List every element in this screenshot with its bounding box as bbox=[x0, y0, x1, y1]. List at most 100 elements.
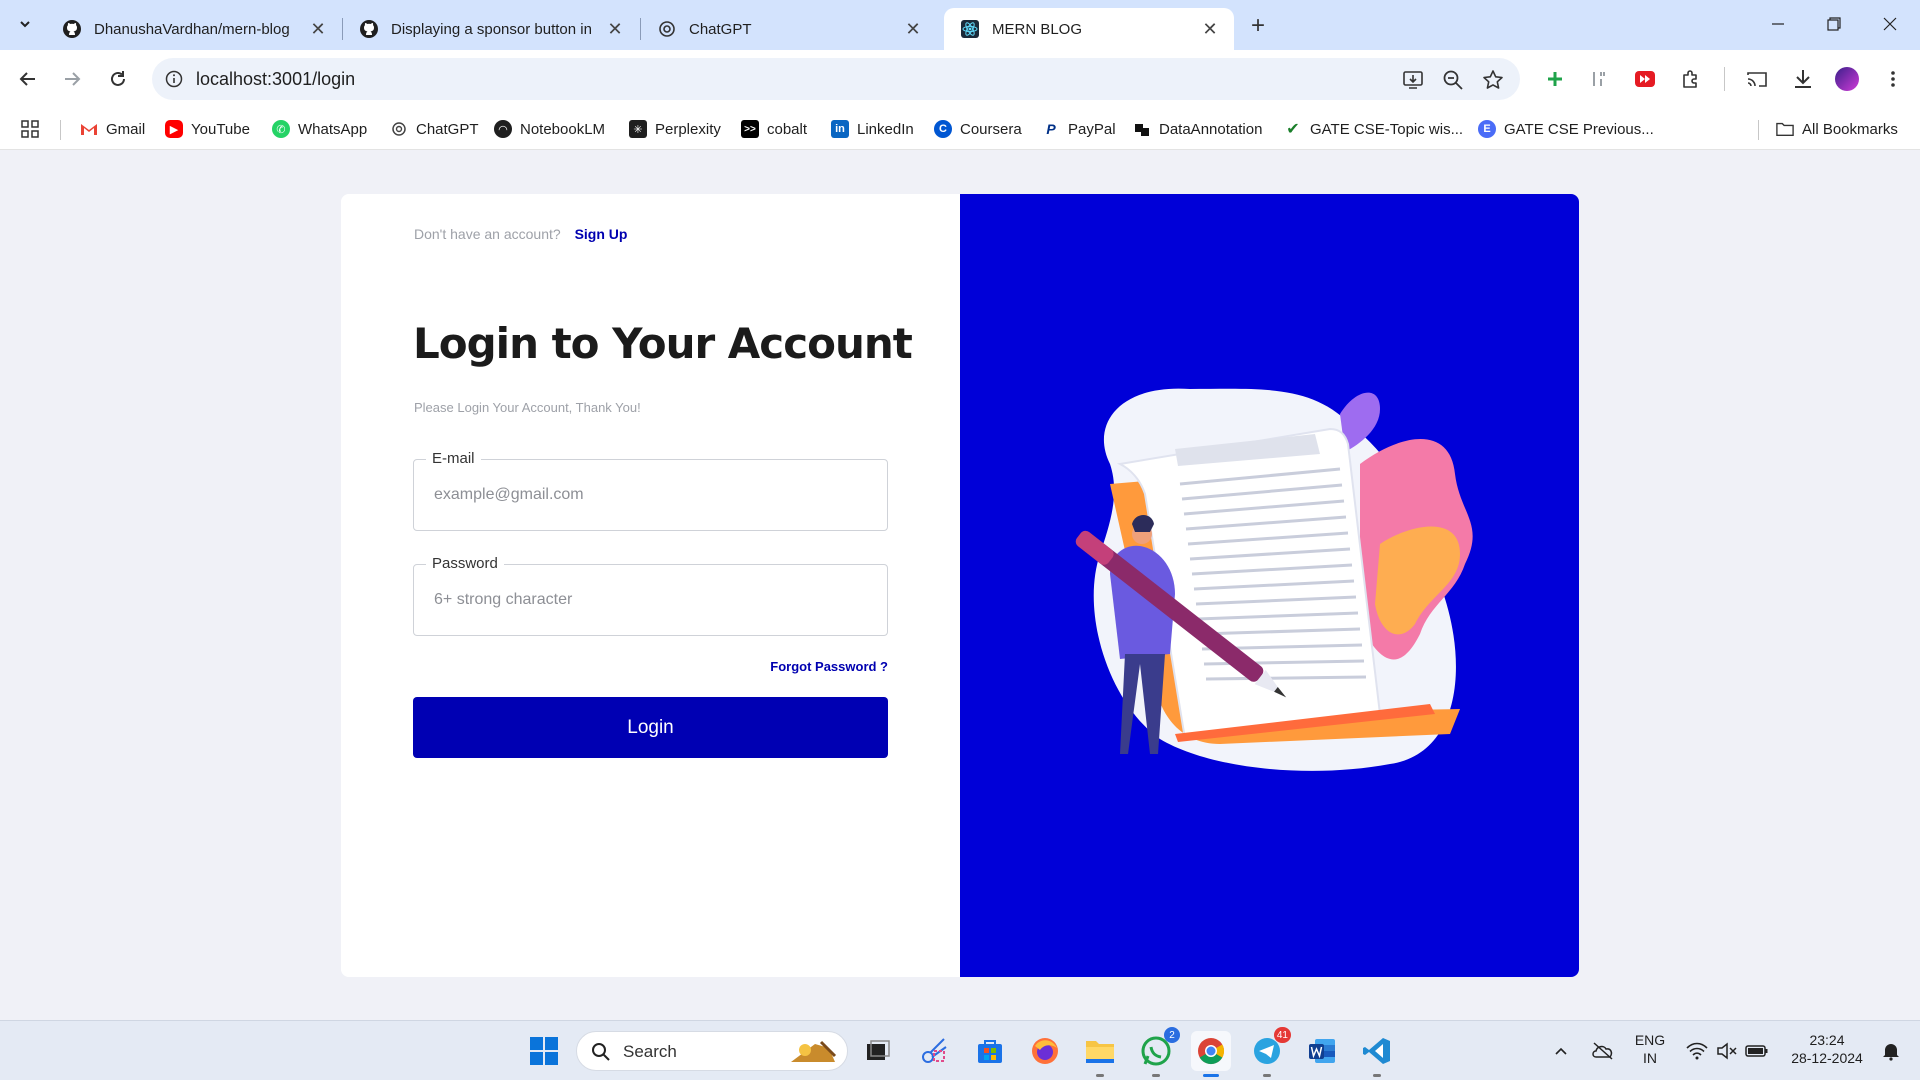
youtube-icon: ▶ bbox=[165, 120, 183, 138]
running-indicator bbox=[1152, 1074, 1160, 1077]
bookmark-dataannotation[interactable]: DataAnnotation bbox=[1133, 116, 1262, 142]
bookmark-paypal[interactable]: P PayPal bbox=[1042, 116, 1116, 142]
new-tab-button[interactable]: + bbox=[1244, 12, 1272, 40]
word-taskbar-button[interactable] bbox=[1302, 1031, 1342, 1071]
paypal-icon: P bbox=[1042, 120, 1060, 138]
bookmark-perplexity[interactable]: ✳ Perplexity bbox=[629, 116, 721, 142]
wifi-icon[interactable] bbox=[1684, 1039, 1710, 1063]
bookmark-label: GATE CSE-Topic wis... bbox=[1310, 120, 1464, 138]
menu-kebab-icon[interactable] bbox=[1880, 66, 1906, 92]
extension-icon[interactable] bbox=[1586, 66, 1612, 92]
reload-button[interactable] bbox=[100, 61, 136, 97]
bookmark-label: DataAnnotation bbox=[1159, 120, 1263, 138]
bookmark-cobalt[interactable]: >> cobalt bbox=[741, 116, 807, 142]
forward-button[interactable] bbox=[54, 61, 90, 97]
close-icon[interactable]: ✕ bbox=[605, 19, 625, 39]
tab-search-button[interactable] bbox=[10, 8, 40, 40]
firefox-button[interactable] bbox=[1025, 1031, 1065, 1071]
clock[interactable]: 23:24 28-12-2024 bbox=[1782, 1031, 1872, 1067]
minimize-icon bbox=[1772, 23, 1784, 25]
tab-mern-blog[interactable]: MERN BLOG ✕ bbox=[944, 8, 1234, 50]
login-button[interactable]: Login bbox=[413, 697, 888, 758]
bookmark-label: NotebookLM bbox=[520, 120, 606, 138]
close-icon bbox=[1883, 17, 1897, 31]
forgot-password-link[interactable]: Forgot Password ? bbox=[770, 659, 888, 674]
bookmark-whatsapp[interactable]: ✆ WhatsApp bbox=[272, 116, 367, 142]
back-button[interactable] bbox=[10, 61, 46, 97]
microsoft-store-button[interactable] bbox=[970, 1031, 1010, 1071]
search-highlight-icon bbox=[791, 1040, 837, 1062]
email-field[interactable]: E-mail bbox=[413, 450, 888, 531]
start-button[interactable] bbox=[524, 1031, 564, 1071]
bookmark-star-icon[interactable] bbox=[1480, 67, 1506, 93]
bookmark-chatgpt[interactable]: ChatGPT bbox=[390, 116, 479, 142]
password-input[interactable] bbox=[434, 587, 864, 613]
password-field[interactable]: Password bbox=[413, 555, 888, 636]
store-icon bbox=[978, 1040, 1002, 1063]
url-text[interactable]: localhost:3001/login bbox=[196, 69, 355, 90]
task-view-button[interactable] bbox=[858, 1031, 898, 1071]
bookmark-label: Gmail bbox=[106, 120, 146, 138]
notifications-bell-icon[interactable] bbox=[1878, 1039, 1904, 1063]
minimize-button[interactable] bbox=[1758, 8, 1798, 40]
zoom-icon[interactable] bbox=[1440, 67, 1466, 93]
all-bookmarks[interactable]: All Bookmarks bbox=[1776, 116, 1898, 142]
onedrive-offline-icon[interactable] bbox=[1590, 1039, 1616, 1063]
tab-mern-blog-repo[interactable]: DhanushaVardhan/mern-blog ✕ bbox=[46, 8, 342, 50]
address-bar[interactable]: localhost:3001/login bbox=[152, 58, 1520, 100]
close-icon[interactable]: ✕ bbox=[1200, 19, 1220, 39]
email-input[interactable] bbox=[434, 482, 864, 508]
task-view-icon bbox=[867, 1040, 890, 1060]
chatgpt-icon bbox=[390, 120, 408, 138]
signup-row: Don't have an account? Sign Up bbox=[414, 226, 627, 242]
chrome-taskbar-button[interactable] bbox=[1191, 1031, 1231, 1077]
signup-link[interactable]: Sign Up bbox=[575, 226, 628, 242]
bookmark-divider bbox=[1758, 120, 1759, 140]
chrome-icon bbox=[1198, 1038, 1225, 1065]
running-indicator bbox=[1373, 1074, 1381, 1077]
telegram-taskbar-button[interactable]: 41 bbox=[1247, 1027, 1291, 1077]
profile-avatar[interactable] bbox=[1834, 66, 1860, 92]
volume-muted-icon[interactable] bbox=[1714, 1039, 1740, 1063]
page-subtitle: Please Login Your Account, Thank You! bbox=[414, 400, 641, 415]
snipping-tool-button[interactable] bbox=[914, 1031, 954, 1071]
bookmark-label: PayPal bbox=[1068, 120, 1116, 138]
language-indicator[interactable]: ENG IN bbox=[1630, 1031, 1670, 1067]
restore-icon bbox=[1827, 17, 1841, 31]
bookmark-label: LinkedIn bbox=[857, 120, 914, 138]
dataannotation-icon bbox=[1133, 120, 1151, 138]
taskbar-search[interactable]: Search bbox=[576, 1031, 848, 1071]
bookmark-linkedin[interactable]: in LinkedIn bbox=[831, 116, 914, 142]
bookmark-notebooklm[interactable]: ◠ NotebookLM bbox=[494, 116, 605, 142]
whatsapp-taskbar-button[interactable]: 2 bbox=[1136, 1027, 1180, 1077]
bookmark-gmail[interactable]: Gmail bbox=[80, 116, 145, 142]
bookmark-gate-previous[interactable]: E GATE CSE Previous... bbox=[1478, 116, 1654, 142]
site-info-icon[interactable] bbox=[162, 67, 186, 91]
tray-overflow-chevron-icon[interactable] bbox=[1548, 1039, 1574, 1063]
apps-grid-icon[interactable] bbox=[20, 116, 40, 142]
download-icon[interactable] bbox=[1790, 66, 1816, 92]
bookmark-youtube[interactable]: ▶ YouTube bbox=[165, 116, 250, 142]
close-icon[interactable]: ✕ bbox=[903, 19, 923, 39]
green-plus-extension-icon[interactable] bbox=[1542, 66, 1568, 92]
browser-toolbar: localhost:3001/login bbox=[0, 50, 1920, 108]
install-app-icon[interactable] bbox=[1400, 67, 1426, 93]
bookmark-coursera[interactable]: C Coursera bbox=[934, 116, 1022, 142]
chatgpt-icon bbox=[657, 19, 677, 39]
tab-sponsor-button[interactable]: Displaying a sponsor button in ✕ bbox=[343, 8, 639, 50]
close-icon[interactable]: ✕ bbox=[308, 19, 328, 39]
battery-icon[interactable] bbox=[1744, 1039, 1770, 1063]
video-speed-extension-icon[interactable] bbox=[1632, 66, 1658, 92]
puzzle-extensions-icon[interactable] bbox=[1678, 66, 1704, 92]
tab-chatgpt[interactable]: ChatGPT ✕ bbox=[641, 8, 937, 50]
close-window-button[interactable] bbox=[1870, 8, 1910, 40]
bookmark-gate-topic[interactable]: ✔ GATE CSE-Topic wis... bbox=[1284, 116, 1463, 142]
file-explorer-button[interactable] bbox=[1080, 1031, 1120, 1077]
cast-icon[interactable] bbox=[1744, 66, 1770, 92]
vscode-taskbar-button[interactable] bbox=[1357, 1031, 1397, 1077]
windows-taskbar: Search 2 41 ENG IN 23:24 28-12-2024 bbox=[0, 1020, 1920, 1080]
language-region: IN bbox=[1643, 1050, 1657, 1066]
tab-title: ChatGPT bbox=[689, 20, 752, 38]
clock-time: 23:24 bbox=[1809, 1032, 1845, 1048]
restore-button[interactable] bbox=[1814, 8, 1854, 40]
